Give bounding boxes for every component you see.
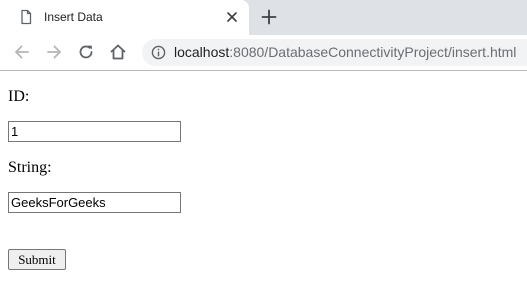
arrow-left-icon[interactable]: [12, 42, 32, 62]
tab-title: Insert Data: [44, 10, 103, 24]
tab-strip: Insert Data: [0, 0, 527, 35]
string-input[interactable]: [8, 192, 181, 213]
tab-insert-data[interactable]: Insert Data: [0, 0, 249, 35]
id-label: ID:: [8, 88, 30, 105]
submit-button[interactable]: Submit: [8, 249, 66, 270]
id-input[interactable]: [8, 121, 181, 142]
url-host: localhost: [174, 44, 230, 60]
string-label: String:: [8, 159, 52, 176]
url-text: localhost:8080/DatabaseConnectivityProje…: [174, 44, 516, 61]
page-icon: [21, 9, 32, 25]
home-icon[interactable]: [108, 42, 128, 62]
arrow-right-icon[interactable]: [44, 42, 64, 62]
url-path: :8080/DatabaseConnectivityProject/insert…: [229, 44, 517, 60]
browser-window: Insert Data localhost:8080/DatabaseConne…: [0, 0, 527, 287]
address-bar[interactable]: localhost:8080/DatabaseConnectivityProje…: [142, 39, 527, 66]
page-content: ID: String: Submit: [0, 71, 527, 287]
toolbar: localhost:8080/DatabaseConnectivityProje…: [0, 35, 527, 71]
close-icon[interactable]: [224, 9, 240, 25]
info-icon[interactable]: [151, 45, 166, 60]
reload-icon[interactable]: [76, 42, 96, 62]
plus-icon[interactable]: [260, 8, 278, 26]
